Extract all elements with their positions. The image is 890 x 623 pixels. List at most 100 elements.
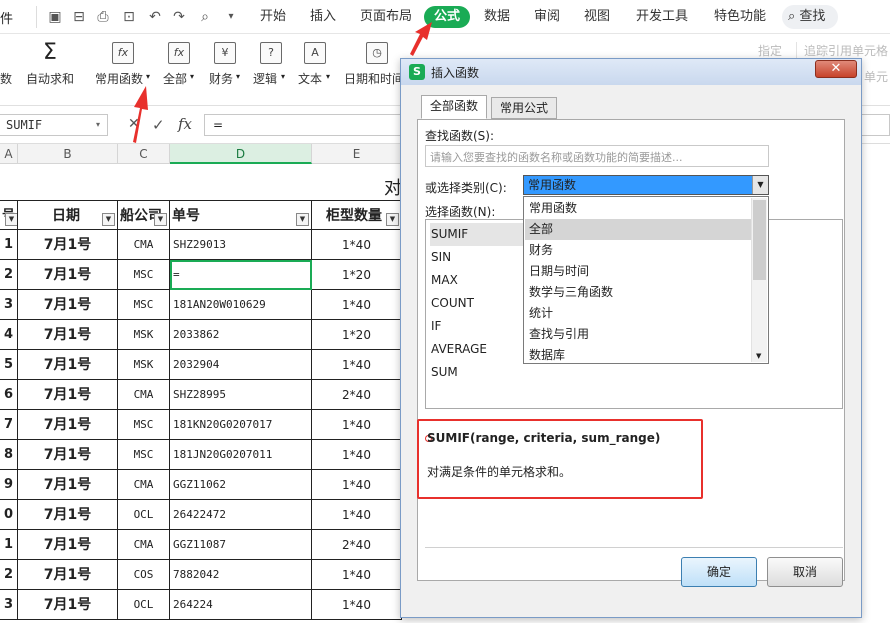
close-button[interactable]: ✕ xyxy=(815,60,857,78)
category-option[interactable]: 数学与三角函数 xyxy=(525,282,751,303)
tab-review[interactable]: 审阅 xyxy=(528,6,566,28)
category-option[interactable]: 数据库 xyxy=(525,345,751,366)
category-option[interactable]: 统计 xyxy=(525,303,751,324)
cell-order-no[interactable]: 181AN20W010629 xyxy=(170,290,312,320)
cell-ship[interactable]: CMA xyxy=(118,470,170,500)
function-item[interactable]: COUNT xyxy=(430,292,526,315)
row-number[interactable]: 7 xyxy=(0,410,18,440)
search-function-input[interactable]: 请输入您要查找的函数名称或函数功能的简要描述... xyxy=(425,145,769,167)
filter-icon[interactable]: ▼ xyxy=(5,213,17,226)
category-select[interactable]: 常用函数 ▼ xyxy=(523,175,769,195)
column-header-c[interactable]: C xyxy=(118,144,170,164)
cell-container[interactable]: 1*40 xyxy=(312,290,402,320)
cell-order-no[interactable]: 181KN20G0207017 xyxy=(170,410,312,440)
cell-date[interactable]: 7月1号 xyxy=(18,590,118,620)
function-item[interactable]: IF xyxy=(430,315,526,338)
category-dropdown-list[interactable]: 常用函数 全部 财务 日期与时间 数学与三角函数 统计 查找与引用 数据库 ▼ xyxy=(523,196,769,364)
cell-container[interactable]: 1*40 xyxy=(312,440,402,470)
name-box-chevron-icon[interactable]: ▾ xyxy=(96,120,100,129)
cell-order-no[interactable]: 2033862 xyxy=(170,320,312,350)
file-menu-cut[interactable]: 件 xyxy=(0,8,13,27)
filter-icon[interactable]: ▼ xyxy=(154,213,167,226)
function-item[interactable]: SIN xyxy=(430,246,526,269)
cell-date[interactable]: 7月1号 xyxy=(18,260,118,290)
cell-date[interactable]: 7月1号 xyxy=(18,410,118,440)
cell-order-no[interactable]: 26422472 xyxy=(170,500,312,530)
cell-ship[interactable]: COS xyxy=(118,560,170,590)
filter-icon[interactable]: ▼ xyxy=(296,213,309,226)
cell-ship[interactable]: CMA xyxy=(118,380,170,410)
filter-icon[interactable]: ▼ xyxy=(386,213,399,226)
column-header-d[interactable]: D xyxy=(170,144,312,164)
cell-ship[interactable]: MSC xyxy=(118,410,170,440)
save-icon[interactable]: ▣ xyxy=(46,8,64,26)
print-icon[interactable]: ⎙ xyxy=(94,8,112,26)
cell-date[interactable]: 7月1号 xyxy=(18,380,118,410)
cell-order-no[interactable]: = xyxy=(170,260,312,290)
define-name-label[interactable]: 指定 xyxy=(758,42,782,59)
cell-date[interactable]: 7月1号 xyxy=(18,440,118,470)
function-item[interactable]: MAX xyxy=(430,269,526,292)
scroll-down-icon[interactable]: ▼ xyxy=(756,352,761,360)
cell-ship[interactable]: CMA xyxy=(118,530,170,560)
find-icon[interactable]: ⌕ xyxy=(196,8,214,26)
cell-date[interactable]: 7月1号 xyxy=(18,230,118,260)
cell-container[interactable]: 1*40 xyxy=(312,410,402,440)
row-number[interactable]: 3 xyxy=(0,590,18,620)
cell-container[interactable]: 1*20 xyxy=(312,260,402,290)
all-functions-button[interactable]: fx 全部 ▾ xyxy=(160,40,200,98)
cell-date[interactable]: 7月1号 xyxy=(18,290,118,320)
date-time-button[interactable]: ◷ 日期和时间 xyxy=(342,40,404,98)
cell-ship[interactable]: MSK xyxy=(118,320,170,350)
cell-order-no[interactable]: SHZ28995 xyxy=(170,380,312,410)
cell-ship[interactable]: MSC xyxy=(118,260,170,290)
cell-ship[interactable]: CMA xyxy=(118,230,170,260)
row-number[interactable]: 2 xyxy=(0,260,18,290)
logical-button[interactable]: ? 逻辑 ▾ xyxy=(252,40,292,98)
tab-page-layout[interactable]: 页面布局 xyxy=(354,6,418,28)
cell-order-no[interactable]: 181JN20G0207011 xyxy=(170,440,312,470)
cell-container[interactable]: 1*40 xyxy=(312,500,402,530)
cell-ship[interactable]: MSK xyxy=(118,350,170,380)
row-number[interactable]: 2 xyxy=(0,560,18,590)
cell-order-no[interactable]: SHZ29013 xyxy=(170,230,312,260)
cell-container[interactable]: 1*40 xyxy=(312,560,402,590)
cell-order-no[interactable]: 2032904 xyxy=(170,350,312,380)
cell-container[interactable]: 1*40 xyxy=(312,350,402,380)
row-number[interactable]: 4 xyxy=(0,320,18,350)
cancel-icon[interactable]: ✕ xyxy=(128,116,140,132)
tab-data[interactable]: 数据 xyxy=(478,6,516,28)
cell-date[interactable]: 7月1号 xyxy=(18,560,118,590)
row-number[interactable]: 6 xyxy=(0,380,18,410)
cell-date[interactable]: 7月1号 xyxy=(18,530,118,560)
chevron-down-icon[interactable]: ▼ xyxy=(752,176,768,194)
column-header-b[interactable]: B xyxy=(18,144,118,164)
row-number[interactable]: 9 xyxy=(0,470,18,500)
cell-date[interactable]: 7月1号 xyxy=(18,500,118,530)
tab-developer[interactable]: 开发工具 xyxy=(630,6,694,28)
tab-common-formulas[interactable]: 常用公式 xyxy=(491,97,558,119)
cell-container[interactable]: 2*40 xyxy=(312,530,402,560)
tab-formulas[interactable]: 公式 xyxy=(424,6,471,28)
category-option[interactable]: 财务 xyxy=(525,240,751,261)
column-header-e[interactable]: E xyxy=(312,144,402,164)
dropdown-scrollbar[interactable]: ▼ xyxy=(751,198,767,362)
text-button[interactable]: A 文本 ▾ xyxy=(298,40,338,98)
row-number[interactable]: 3 xyxy=(0,290,18,320)
common-functions-button[interactable]: fx 常用函数 ▾ xyxy=(94,40,154,98)
function-item[interactable]: SUMIF xyxy=(430,223,526,246)
category-option[interactable]: 日期与时间 xyxy=(525,261,751,282)
cell-ship[interactable]: OCL xyxy=(118,590,170,620)
insert-function-icon[interactable]: fx xyxy=(178,115,192,133)
undo-icon[interactable]: ↶ xyxy=(146,8,164,26)
tab-special[interactable]: 特色功能 xyxy=(708,6,772,28)
cancel-button[interactable]: 取消 xyxy=(767,557,843,587)
cell-container[interactable]: 1*40 xyxy=(312,470,402,500)
customize-chevron-icon[interactable]: ▾ xyxy=(222,8,240,26)
cell-date[interactable]: 7月1号 xyxy=(18,320,118,350)
row-number[interactable]: 8 xyxy=(0,440,18,470)
trace-precedents-label[interactable]: 追踪引用单元格 xyxy=(804,42,888,59)
category-option[interactable]: 全部 xyxy=(525,219,751,240)
tab-view[interactable]: 视图 xyxy=(578,6,616,28)
category-option[interactable]: 查找与引用 xyxy=(525,324,751,345)
